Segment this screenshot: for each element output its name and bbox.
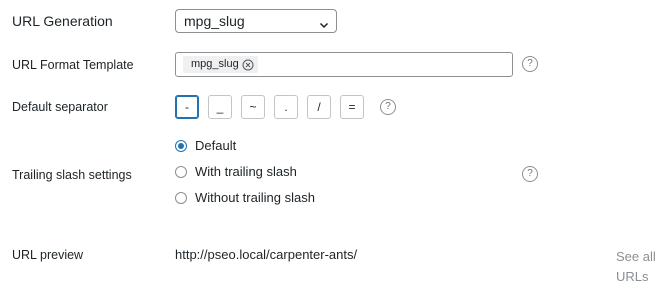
remove-tag-icon[interactable] xyxy=(242,59,254,71)
see-all-urls-link[interactable]: See all URLs xyxy=(616,247,662,287)
separator-option-tilde[interactable]: ~ xyxy=(241,95,265,119)
url-format-template-input[interactable]: mpg_slug xyxy=(175,52,513,77)
url-generation-label: URL Generation xyxy=(12,13,113,29)
chevron-down-icon xyxy=(318,15,330,37)
radio-without-trailing-slash-label: Without trailing slash xyxy=(195,190,315,205)
radio-without-trailing-slash[interactable] xyxy=(175,192,187,204)
url-generation-selected-value: mpg_slug xyxy=(184,13,245,29)
separator-option-dash[interactable]: - xyxy=(175,95,199,119)
radio-default-label: Default xyxy=(195,138,237,153)
url-preview-label: URL preview xyxy=(12,248,84,262)
trailing-slash-label: Trailing slash settings xyxy=(12,168,132,182)
radio-with-trailing-slash-label: With trailing slash xyxy=(195,164,297,179)
radio-default[interactable] xyxy=(175,140,187,152)
help-icon-template[interactable]: ? xyxy=(522,56,538,72)
help-icon-trailing-slash[interactable]: ? xyxy=(522,166,538,182)
url-preview-value: http://pseo.local/carpenter-ants/ xyxy=(175,247,358,262)
separator-option-equals[interactable]: = xyxy=(340,95,364,119)
separator-option-underscore[interactable]: _ xyxy=(208,95,232,119)
url-format-template-label: URL Format Template xyxy=(12,58,134,72)
url-generation-select[interactable]: mpg_slug xyxy=(175,9,337,33)
radio-with-trailing-slash[interactable] xyxy=(175,166,187,178)
default-separator-label: Default separator xyxy=(12,100,108,114)
help-icon-separator[interactable]: ? xyxy=(380,99,396,115)
template-tag-label: mpg_slug xyxy=(191,58,239,70)
separator-option-slash[interactable]: / xyxy=(307,95,331,119)
separator-option-dot[interactable]: . xyxy=(274,95,298,119)
template-tag: mpg_slug xyxy=(183,56,258,73)
